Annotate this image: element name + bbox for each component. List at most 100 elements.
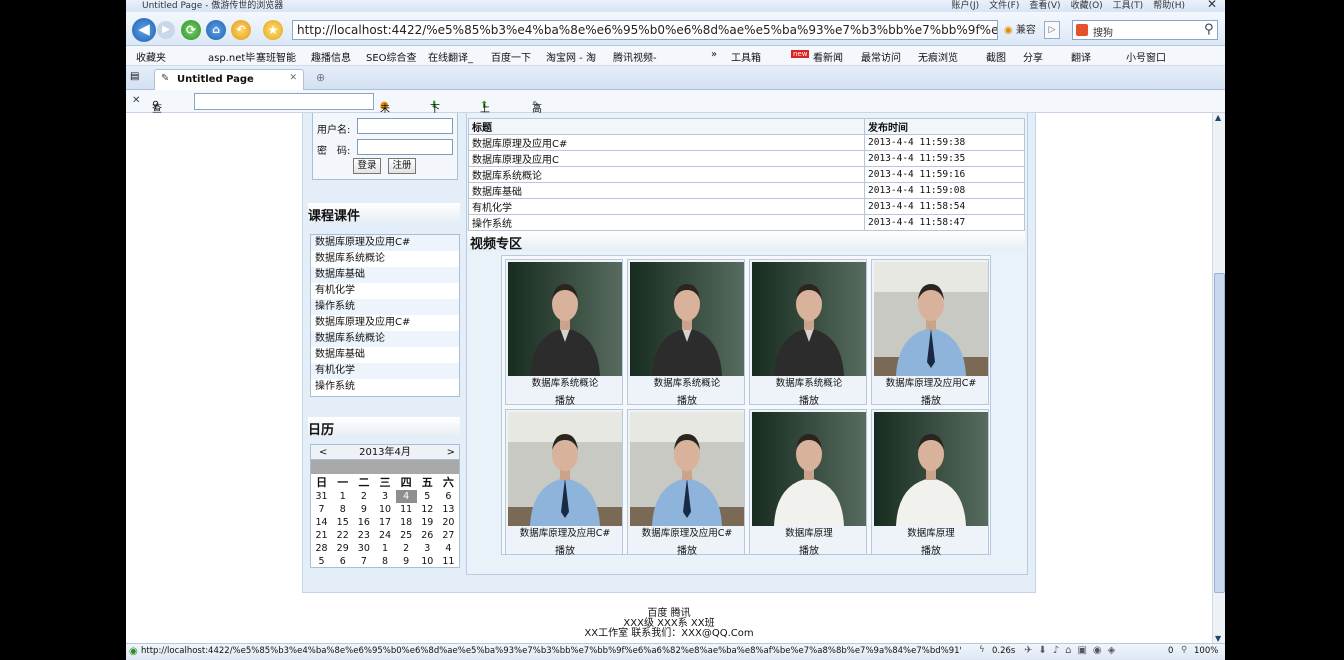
calendar-day[interactable]: 13 (438, 503, 459, 516)
course-item[interactable]: 操作系统 (311, 379, 459, 395)
fav-baidu[interactable]: 百度一下 (491, 49, 531, 64)
favorite-star-button[interactable]: ★ (263, 20, 283, 40)
tab-close-icon[interactable]: ✕ (289, 73, 297, 83)
video-thumbnail[interactable] (630, 262, 744, 376)
fav-info[interactable]: 趣播信息 (311, 49, 351, 64)
news-title[interactable]: 有机化学 (468, 198, 865, 215)
video-play-link[interactable]: 播放 (628, 542, 746, 557)
calendar-day[interactable]: 30 (353, 542, 374, 555)
news-row[interactable]: 数据库系统概论 2013-4-4 11:59:16 (468, 166, 1025, 183)
forward-button[interactable]: ▶ (157, 21, 175, 39)
fav-collection[interactable]: 收藏夹 (136, 49, 166, 64)
login-button[interactable]: 登录 (353, 158, 381, 174)
calendar-day[interactable]: 2 (396, 542, 417, 555)
home-button[interactable]: ⌂ (206, 20, 226, 40)
fav-more-icon[interactable]: » (711, 49, 717, 60)
calendar-day[interactable]: 1 (374, 542, 395, 555)
tool-translate[interactable]: 翻译 (1071, 49, 1091, 64)
calendar-day[interactable]: 8 (374, 555, 395, 568)
video-card[interactable]: 数据库系统概论 播放 (627, 259, 745, 407)
calendar-day[interactable]: 19 (417, 516, 438, 529)
calendar-day[interactable]: 3 (417, 542, 438, 555)
menu-help[interactable]: 帮助(H) (1153, 0, 1185, 11)
tab-untitled-page[interactable]: ✎ Untitled Page ✕ (154, 69, 304, 90)
calendar-day[interactable]: 6 (332, 555, 353, 568)
fav-aspnet[interactable]: asp.net毕 (208, 49, 255, 64)
calendar-day[interactable]: 11 (438, 555, 459, 568)
calendar-day[interactable]: 5 (311, 555, 332, 568)
sidebar-toggle-icon[interactable]: ▤ (130, 71, 139, 82)
calendar-day[interactable]: 11 (396, 503, 417, 516)
tool-frequent[interactable]: 最常访问 (861, 49, 901, 64)
course-item[interactable]: 数据库基础 (311, 347, 459, 363)
status-zoom[interactable]: 100% (1194, 646, 1218, 656)
search-icon[interactable]: ⚲ (1204, 22, 1214, 37)
scroll-down-icon[interactable]: ▼ (1215, 634, 1221, 643)
course-item[interactable]: 数据库原理及应用C# (311, 235, 459, 251)
close-icon[interactable]: ✕ (1207, 0, 1217, 11)
video-card[interactable]: 数据库系统概论 播放 (505, 259, 623, 407)
video-play-link[interactable]: 播放 (872, 392, 990, 407)
calendar-day[interactable]: 27 (438, 529, 459, 542)
calendar-day[interactable]: 8 (332, 503, 353, 516)
news-title[interactable]: 操作系统 (468, 214, 865, 231)
news-title[interactable]: 数据库系统概论 (468, 166, 865, 183)
news-row[interactable]: 操作系统 2013-4-4 11:58:47 (468, 214, 1025, 231)
course-item[interactable]: 有机化学 (311, 363, 459, 379)
course-item[interactable]: 数据库基础 (311, 267, 459, 283)
video-thumbnail[interactable] (874, 262, 988, 376)
video-card[interactable]: 数据库系统概论 播放 (749, 259, 867, 407)
calendar-day[interactable]: 10 (417, 555, 438, 568)
menu-file[interactable]: 文件(F) (989, 0, 1019, 11)
refresh-button[interactable]: ⟳ (181, 20, 201, 40)
video-thumbnail[interactable] (752, 262, 866, 376)
video-thumbnail[interactable] (508, 412, 622, 526)
calendar-day[interactable]: 12 (417, 503, 438, 516)
register-button[interactable]: 注册 (388, 158, 416, 174)
calendar-day[interactable]: 22 (332, 529, 353, 542)
compat-mode-button[interactable]: ◉ 兼容 (1004, 21, 1036, 36)
calendar-day[interactable]: 28 (311, 542, 332, 555)
undo-close-button[interactable]: ↶ (231, 20, 251, 40)
calendar-day[interactable]: 5 (417, 490, 438, 503)
back-button[interactable]: ◀ (132, 18, 156, 42)
fav-tencent-video[interactable]: 腾讯视频- (613, 49, 657, 64)
scroll-thumb[interactable] (1214, 273, 1225, 593)
video-thumbnail[interactable] (874, 412, 988, 526)
video-card[interactable]: 数据库原理及应用C# 播放 (627, 409, 746, 557)
tool-share[interactable]: 分享 (1023, 49, 1043, 64)
fav-symbian[interactable]: 塞班智能 (256, 49, 296, 64)
go-button[interactable]: ▷ (1044, 21, 1060, 39)
news-title[interactable]: 数据库原理及应用C# (468, 134, 865, 151)
video-card[interactable]: 数据库原理及应用C# 播放 (505, 409, 624, 557)
calendar-day[interactable]: 6 (438, 490, 459, 503)
tool-screenshot[interactable]: 截图 (986, 49, 1006, 64)
password-input[interactable] (357, 139, 453, 155)
course-item[interactable]: 操作系统 (311, 299, 459, 315)
zoom-icon[interactable]: ⚲ (1181, 645, 1187, 655)
calendar-day[interactable]: 4 (438, 542, 459, 555)
tool-private[interactable]: 无痕浏览 (918, 49, 958, 64)
course-item[interactable]: 数据库原理及应用C# (311, 315, 459, 331)
find-input[interactable] (194, 93, 374, 110)
course-item[interactable]: 数据库系统概论 (311, 251, 459, 267)
calendar-day[interactable]: 17 (374, 516, 395, 529)
calendar-day[interactable]: 31 (311, 490, 332, 503)
calendar-day[interactable]: 10 (374, 503, 395, 516)
menu-view[interactable]: 查看(V) (1029, 0, 1060, 11)
calendar-day-selected[interactable]: 4 (395, 490, 417, 503)
menu-favorites[interactable]: 收藏(O) (1071, 0, 1103, 11)
new-tab-button[interactable]: ⊕ (316, 71, 325, 84)
calendar-day[interactable]: 7 (353, 555, 374, 568)
scroll-up-icon[interactable]: ▲ (1215, 113, 1221, 122)
tool-small-window[interactable]: 小号窗口 (1126, 49, 1166, 64)
course-item[interactable]: 有机化学 (311, 283, 459, 299)
search-input[interactable]: 搜狗 (1072, 20, 1218, 40)
news-row[interactable]: 有机化学 2013-4-4 11:58:54 (468, 198, 1025, 215)
calendar-day[interactable]: 2 (353, 490, 374, 503)
calendar-day[interactable]: 7 (311, 503, 332, 516)
find-close-icon[interactable]: ✕ (132, 95, 140, 106)
calendar-day[interactable]: 21 (311, 529, 332, 542)
video-play-link[interactable]: 播放 (506, 542, 624, 557)
menu-account[interactable]: 账户(J) (951, 0, 979, 11)
